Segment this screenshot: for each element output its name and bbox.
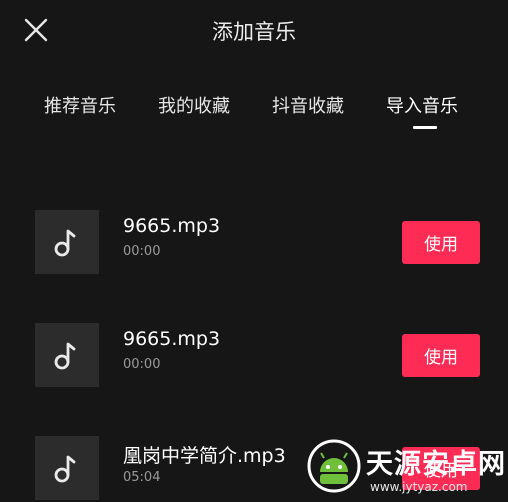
header: 添加音乐 [0,0,508,60]
song-name: 9665.mp3 [123,328,221,350]
page-title: 添加音乐 [212,20,296,44]
watermark-url: www.jytyaz.com [370,480,468,494]
song-duration: 00:00 [123,357,161,372]
music-note-icon [54,455,76,483]
tab-my-favorites[interactable]: 我的收藏 [158,92,230,118]
watermark-name: 天源安卓网 [366,449,506,480]
song-row: 9665.mp3 00:00 使用 [0,323,508,389]
song-cover [35,323,99,387]
song-duration: 05:04 [123,470,161,485]
tab-import-music[interactable]: 导入音乐 [386,92,458,118]
site-watermark: 天源安卓网 www.jytyaz.com [300,436,508,500]
music-note-icon [54,342,76,370]
song-name: 凰岗中学简介.mp3 [123,445,286,467]
use-button[interactable]: 使用 [402,221,480,264]
android-logo-icon [307,439,361,493]
use-button[interactable]: 使用 [402,334,480,377]
tab-recommended-music[interactable]: 推荐音乐 [44,92,116,118]
tab-bar: 推荐音乐 我的收藏 抖音收藏 导入音乐 [0,92,508,136]
song-row: 9665.mp3 00:00 使用 [0,210,508,276]
song-name: 9665.mp3 [123,215,221,237]
active-tab-indicator [413,126,437,129]
music-note-icon [54,229,76,257]
tab-douyin-favorites[interactable]: 抖音收藏 [272,92,344,118]
song-cover [35,436,99,500]
song-duration: 00:00 [123,244,161,259]
song-cover [35,210,99,274]
